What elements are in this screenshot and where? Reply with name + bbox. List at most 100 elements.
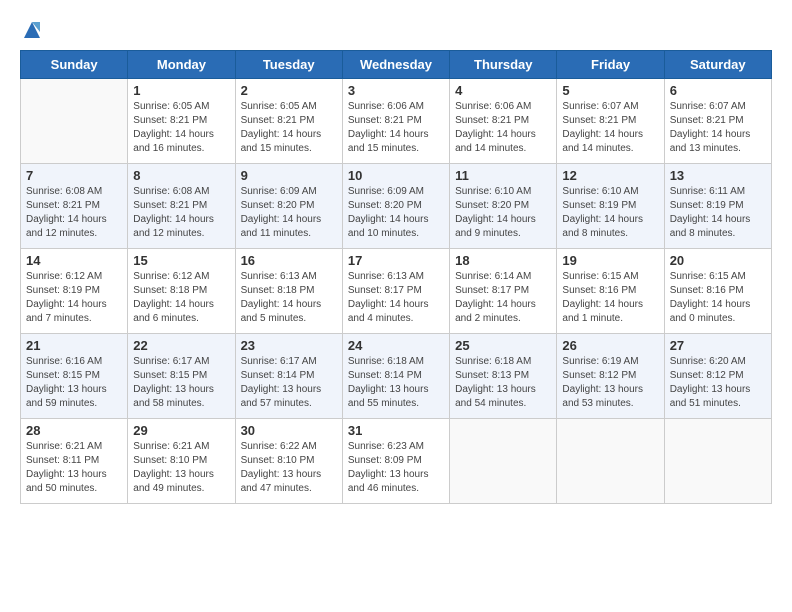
calendar-cell: 16 Sunrise: 6:13 AM Sunset: 8:18 PM Dayli…: [235, 249, 342, 334]
day-info: Sunrise: 6:15 AM Sunset: 8:16 PM Dayligh…: [562, 270, 658, 326]
weekday-header-thursday: Thursday: [450, 51, 557, 79]
logo: [20, 20, 42, 40]
day-info: Sunrise: 6:09 AM Sunset: 8:20 PM Dayligh…: [241, 185, 337, 241]
day-number: 25: [455, 338, 551, 353]
day-number: 11: [455, 168, 551, 183]
day-info: Sunrise: 6:10 AM Sunset: 8:19 PM Dayligh…: [562, 185, 658, 241]
weekday-header-monday: Monday: [128, 51, 235, 79]
day-number: 18: [455, 253, 551, 268]
calendar-cell: 17Sunrise: 6:13 AM Sunset: 8:17 PM Dayli…: [342, 249, 449, 334]
calendar-cell: 11 Sunrise: 6:10 AM Sunset: 8:20 PM Dayli…: [450, 164, 557, 249]
calendar-cell: 19 Sunrise: 6:15 AM Sunset: 8:16 PM Dayli…: [557, 249, 664, 334]
day-number: 5: [562, 83, 658, 98]
day-info: Sunrise: 6:21 AM Sunset: 8:11 PM Dayligh…: [26, 440, 122, 496]
calendar-cell: 30 Sunrise: 6:22 AM Sunset: 8:10 PM Dayli…: [235, 419, 342, 504]
calendar-cell: 13Sunrise: 6:11 AM Sunset: 8:19 PM Dayli…: [664, 164, 771, 249]
day-info: Sunrise: 6:09 AM Sunset: 8:20 PM Dayligh…: [348, 185, 444, 241]
calendar-cell: [557, 419, 664, 504]
day-info: Sunrise: 6:07 AM Sunset: 8:21 PM Dayligh…: [670, 100, 766, 156]
day-info: Sunrise: 6:22 AM Sunset: 8:10 PM Dayligh…: [241, 440, 337, 496]
page-header: [20, 20, 772, 40]
day-info: Sunrise: 6:17 AM Sunset: 8:15 PM Dayligh…: [133, 355, 229, 411]
calendar-cell: 20 Sunrise: 6:15 AM Sunset: 8:16 PM Dayli…: [664, 249, 771, 334]
day-info: Sunrise: 6:14 AM Sunset: 8:17 PM Dayligh…: [455, 270, 551, 326]
weekday-header-tuesday: Tuesday: [235, 51, 342, 79]
calendar-body: 1 Sunrise: 6:05 AM Sunset: 8:21 PM Daylig…: [21, 79, 772, 504]
day-number: 16: [241, 253, 337, 268]
day-number: 19: [562, 253, 658, 268]
day-number: 1: [133, 83, 229, 98]
calendar-cell: 24 Sunrise: 6:18 AM Sunset: 8:14 PM Dayli…: [342, 334, 449, 419]
day-number: 24: [348, 338, 444, 353]
calendar-cell: 15Sunrise: 6:12 AM Sunset: 8:18 PM Dayli…: [128, 249, 235, 334]
day-info: Sunrise: 6:13 AM Sunset: 8:18 PM Dayligh…: [241, 270, 337, 326]
calendar-week-row: 28 Sunrise: 6:21 AM Sunset: 8:11 PM Dayli…: [21, 419, 772, 504]
weekday-header-wednesday: Wednesday: [342, 51, 449, 79]
day-info: Sunrise: 6:12 AM Sunset: 8:18 PM Dayligh…: [133, 270, 229, 326]
day-number: 29: [133, 423, 229, 438]
day-info: Sunrise: 6:18 AM Sunset: 8:13 PM Dayligh…: [455, 355, 551, 411]
day-number: 12: [562, 168, 658, 183]
day-number: 2: [241, 83, 337, 98]
day-info: Sunrise: 6:13 AM Sunset: 8:17 PM Dayligh…: [348, 270, 444, 326]
day-number: 26: [562, 338, 658, 353]
weekday-header-sunday: Sunday: [21, 51, 128, 79]
day-number: 7: [26, 168, 122, 183]
calendar-cell: 8 Sunrise: 6:08 AM Sunset: 8:21 PM Daylig…: [128, 164, 235, 249]
day-number: 14: [26, 253, 122, 268]
calendar-cell: 21 Sunrise: 6:16 AM Sunset: 8:15 PM Dayli…: [21, 334, 128, 419]
calendar-cell: 25 Sunrise: 6:18 AM Sunset: 8:13 PM Dayli…: [450, 334, 557, 419]
day-number: 10: [348, 168, 444, 183]
calendar-cell: [450, 419, 557, 504]
day-info: Sunrise: 6:05 AM Sunset: 8:21 PM Dayligh…: [133, 100, 229, 156]
day-info: Sunrise: 6:20 AM Sunset: 8:12 PM Dayligh…: [670, 355, 766, 411]
day-info: Sunrise: 6:10 AM Sunset: 8:20 PM Dayligh…: [455, 185, 551, 241]
calendar-week-row: 7 Sunrise: 6:08 AM Sunset: 8:21 PM Daylig…: [21, 164, 772, 249]
day-info: Sunrise: 6:08 AM Sunset: 8:21 PM Dayligh…: [133, 185, 229, 241]
calendar-week-row: 21 Sunrise: 6:16 AM Sunset: 8:15 PM Dayli…: [21, 334, 772, 419]
calendar-cell: 18 Sunrise: 6:14 AM Sunset: 8:17 PM Dayli…: [450, 249, 557, 334]
day-info: Sunrise: 6:06 AM Sunset: 8:21 PM Dayligh…: [348, 100, 444, 156]
calendar-cell: 23Sunrise: 6:17 AM Sunset: 8:14 PM Dayli…: [235, 334, 342, 419]
day-info: Sunrise: 6:11 AM Sunset: 8:19 PM Dayligh…: [670, 185, 766, 241]
calendar-table: SundayMondayTuesdayWednesdayThursdayFrid…: [20, 50, 772, 504]
calendar-cell: 10 Sunrise: 6:09 AM Sunset: 8:20 PM Dayli…: [342, 164, 449, 249]
day-info: Sunrise: 6:05 AM Sunset: 8:21 PM Dayligh…: [241, 100, 337, 156]
day-number: 27: [670, 338, 766, 353]
day-info: Sunrise: 6:15 AM Sunset: 8:16 PM Dayligh…: [670, 270, 766, 326]
weekday-header-saturday: Saturday: [664, 51, 771, 79]
calendar-cell: 4 Sunrise: 6:06 AM Sunset: 8:21 PM Daylig…: [450, 79, 557, 164]
day-info: Sunrise: 6:12 AM Sunset: 8:19 PM Dayligh…: [26, 270, 122, 326]
calendar-cell: 14 Sunrise: 6:12 AM Sunset: 8:19 PM Dayli…: [21, 249, 128, 334]
day-number: 30: [241, 423, 337, 438]
day-info: Sunrise: 6:06 AM Sunset: 8:21 PM Dayligh…: [455, 100, 551, 156]
day-number: 3: [348, 83, 444, 98]
day-info: Sunrise: 6:07 AM Sunset: 8:21 PM Dayligh…: [562, 100, 658, 156]
weekday-header-friday: Friday: [557, 51, 664, 79]
day-number: 22: [133, 338, 229, 353]
calendar-cell: 22 Sunrise: 6:17 AM Sunset: 8:15 PM Dayli…: [128, 334, 235, 419]
day-info: Sunrise: 6:21 AM Sunset: 8:10 PM Dayligh…: [133, 440, 229, 496]
day-info: Sunrise: 6:19 AM Sunset: 8:12 PM Dayligh…: [562, 355, 658, 411]
calendar-cell: 9Sunrise: 6:09 AM Sunset: 8:20 PM Daylig…: [235, 164, 342, 249]
day-number: 4: [455, 83, 551, 98]
calendar-cell: [664, 419, 771, 504]
calendar-cell: 7 Sunrise: 6:08 AM Sunset: 8:21 PM Daylig…: [21, 164, 128, 249]
calendar-cell: 5 Sunrise: 6:07 AM Sunset: 8:21 PM Daylig…: [557, 79, 664, 164]
day-info: Sunrise: 6:08 AM Sunset: 8:21 PM Dayligh…: [26, 185, 122, 241]
day-number: 8: [133, 168, 229, 183]
day-info: Sunrise: 6:16 AM Sunset: 8:15 PM Dayligh…: [26, 355, 122, 411]
calendar-cell: 3 Sunrise: 6:06 AM Sunset: 8:21 PM Daylig…: [342, 79, 449, 164]
day-number: 21: [26, 338, 122, 353]
logo-icon: [22, 20, 42, 40]
calendar-cell: 31Sunrise: 6:23 AM Sunset: 8:09 PM Dayli…: [342, 419, 449, 504]
calendar-cell: 27 Sunrise: 6:20 AM Sunset: 8:12 PM Dayli…: [664, 334, 771, 419]
day-number: 28: [26, 423, 122, 438]
day-number: 31: [348, 423, 444, 438]
calendar-cell: 12 Sunrise: 6:10 AM Sunset: 8:19 PM Dayli…: [557, 164, 664, 249]
calendar-cell: 29 Sunrise: 6:21 AM Sunset: 8:10 PM Dayli…: [128, 419, 235, 504]
day-info: Sunrise: 6:18 AM Sunset: 8:14 PM Dayligh…: [348, 355, 444, 411]
calendar-cell: 26 Sunrise: 6:19 AM Sunset: 8:12 PM Dayli…: [557, 334, 664, 419]
day-number: 20: [670, 253, 766, 268]
calendar-cell: [21, 79, 128, 164]
